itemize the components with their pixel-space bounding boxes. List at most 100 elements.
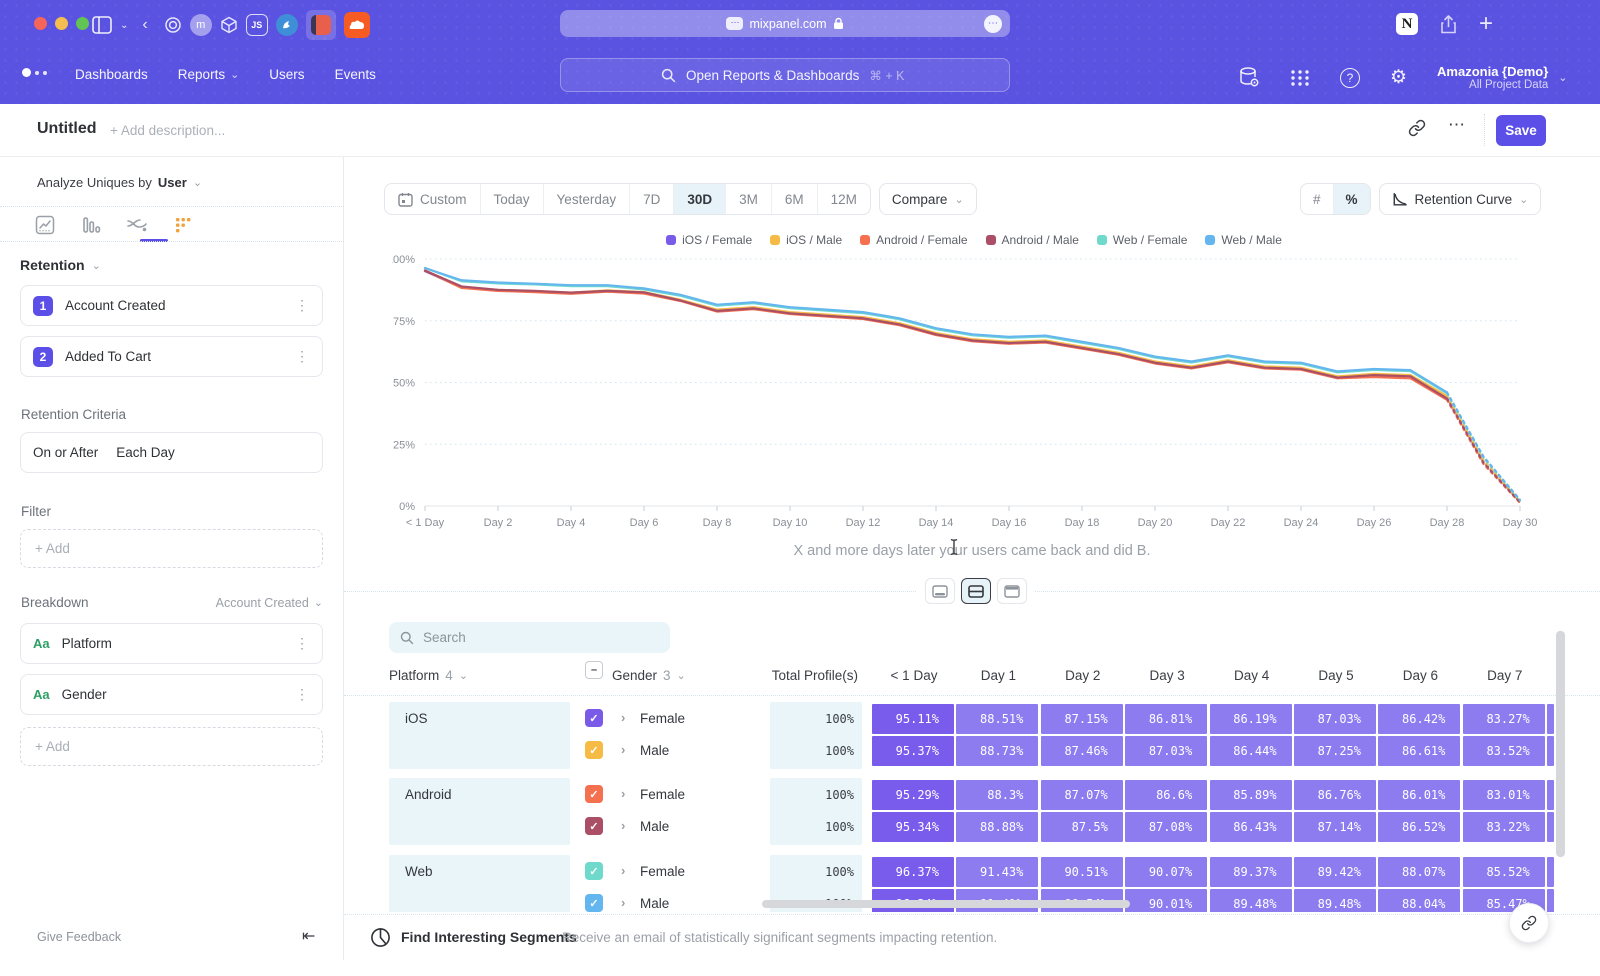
sidebar-toggle-icon[interactable] <box>92 16 112 34</box>
tab-insights[interactable] <box>22 211 68 239</box>
kebab-menu-icon[interactable]: ⋮ <box>295 297 310 314</box>
range-custom[interactable]: Custom <box>385 184 481 214</box>
chevron-down-icon[interactable]: ⌄ <box>120 20 128 31</box>
new-tab-icon[interactable]: + <box>1479 10 1493 38</box>
retention-cell[interactable]: 87.14% <box>1294 812 1376 842</box>
layout-split-button[interactable] <box>961 578 991 604</box>
range-30d[interactable]: 30D <box>674 184 726 214</box>
find-segments-link[interactable]: Find Interesting Segments <box>401 929 577 945</box>
collapse-sidebar-icon[interactable]: ⇤ <box>302 926 315 946</box>
criteria-type[interactable]: On or After <box>33 445 98 460</box>
nav-item-events[interactable]: Events <box>335 67 376 82</box>
settings-gear-icon[interactable]: ⚙ <box>1390 66 1407 89</box>
expand-row-icon[interactable]: › <box>621 710 625 725</box>
report-title[interactable]: Untitled <box>37 120 97 138</box>
retention-cell[interactable]: 87.07% <box>1041 780 1123 810</box>
extension-cube-icon[interactable] <box>220 16 238 34</box>
retention-step-1[interactable]: 1 Account Created ⋮ <box>20 285 323 326</box>
retention-cell[interactable]: 89.37% <box>1210 857 1292 887</box>
retention-cell[interactable]: 95.37% <box>872 736 954 766</box>
extension-soundcloud-icon[interactable] <box>344 12 370 38</box>
retention-cell[interactable]: 88.88% <box>956 812 1038 842</box>
retention-cell[interactable]: 86.43% <box>1210 812 1292 842</box>
segment-checkbox[interactable]: ✓ <box>585 785 603 803</box>
retention-cell[interactable]: 95.34% <box>872 812 954 842</box>
retention-cell[interactable]: 85.52% <box>1463 857 1545 887</box>
retention-cell[interactable]: 87.03% <box>1125 736 1207 766</box>
retention-cell[interactable]: 88.3% <box>956 780 1038 810</box>
retention-cell[interactable]: 87.5% <box>1041 812 1123 842</box>
mixpanel-logo[interactable] <box>22 68 47 77</box>
tab-funnels[interactable] <box>68 211 114 239</box>
tab-retention[interactable] <box>160 211 206 239</box>
retention-cell[interactable]: 86.44% <box>1210 736 1292 766</box>
retention-cell[interactable]: 88.07% <box>1378 857 1460 887</box>
maximize-window-icon[interactable] <box>76 17 89 30</box>
chart-type-button[interactable]: Retention Curve⌄ <box>1379 183 1542 215</box>
table-search[interactable]: Search <box>389 622 670 653</box>
range-today[interactable]: Today <box>481 184 544 214</box>
legend-item[interactable]: iOS / Female <box>666 233 752 247</box>
retention-chart[interactable]: 0%25%50%75%100%< 1 DayDay 2Day 4Day 6Day… <box>392 252 1552 536</box>
vertical-scrollbar[interactable] <box>1556 631 1565 857</box>
apps-grid-icon[interactable] <box>1290 68 1310 88</box>
range-7d[interactable]: 7D <box>630 184 674 214</box>
retention-cell[interactable]: 91.43% <box>956 857 1038 887</box>
help-icon[interactable]: ? <box>1340 68 1360 88</box>
retention-cell[interactable]: 86.52% <box>1378 812 1460 842</box>
retention-cell[interactable]: 95.29% <box>872 780 954 810</box>
retention-cell[interactable]: 88.73% <box>956 736 1038 766</box>
platform-column-header[interactable]: Platform4⌄ <box>389 668 468 683</box>
analyze-entity-select[interactable]: User <box>158 175 187 190</box>
expand-row-icon[interactable]: › <box>621 742 625 757</box>
window-controls[interactable] <box>34 17 89 30</box>
retention-cell[interactable]: 89.48% <box>1294 889 1376 912</box>
back-icon[interactable]: ‹ <box>142 16 147 34</box>
range-3m[interactable]: 3M <box>726 184 772 214</box>
retention-step-2[interactable]: 2 Added To Cart ⋮ <box>20 336 323 377</box>
retention-cell[interactable]: 86.01% <box>1378 780 1460 810</box>
expand-row-icon[interactable]: › <box>621 863 625 878</box>
retention-cell[interactable]: 87.15% <box>1041 704 1123 734</box>
minimize-window-icon[interactable] <box>55 17 68 30</box>
segment-checkbox[interactable]: ✓ <box>585 709 603 727</box>
nav-item-dashboards[interactable]: Dashboards <box>75 67 148 82</box>
project-switcher[interactable]: Amazonia {Demo} All Project Data ⌄ <box>1437 64 1567 91</box>
kebab-menu-icon[interactable]: ⋮ <box>295 686 310 703</box>
retention-cell[interactable]: 96.37% <box>872 857 954 887</box>
nav-item-users[interactable]: Users <box>269 67 304 82</box>
tab-flows[interactable] <box>114 211 160 239</box>
value-mode-number[interactable]: # <box>1301 184 1334 214</box>
legend-item[interactable]: Android / Male <box>986 233 1079 247</box>
share-icon[interactable] <box>1440 15 1457 34</box>
expand-row-icon[interactable]: › <box>621 818 625 833</box>
retention-cell[interactable]: 83.22% <box>1463 812 1545 842</box>
segment-checkbox[interactable]: ✓ <box>585 817 603 835</box>
extension-bird-icon[interactable] <box>276 14 298 36</box>
compare-button[interactable]: Compare⌄ <box>879 183 977 215</box>
retention-cell[interactable]: 90.51% <box>1041 857 1123 887</box>
breakdown-scope-select[interactable]: Account Created <box>216 596 309 610</box>
nav-item-reports[interactable]: Reports⌄ <box>178 67 240 82</box>
retention-cell[interactable]: 86.42% <box>1378 704 1460 734</box>
range-yesterday[interactable]: Yesterday <box>544 184 631 214</box>
retention-cell[interactable]: 86.81% <box>1125 704 1207 734</box>
add-filter-button[interactable]: + Add <box>20 529 323 568</box>
segment-checkbox[interactable]: ✓ <box>585 894 603 912</box>
extension-target-icon[interactable] <box>164 16 182 34</box>
data-management-icon[interactable] <box>1238 66 1260 90</box>
expand-row-icon[interactable]: › <box>621 786 625 801</box>
retention-cell[interactable]: 87.25% <box>1294 736 1376 766</box>
kebab-menu-icon[interactable]: ⋮ <box>295 348 310 365</box>
layout-chart-only-button[interactable] <box>925 578 955 604</box>
breakdown-platform[interactable]: Aa Platform ⋮ <box>20 623 323 664</box>
expand-row-icon[interactable]: › <box>621 895 625 910</box>
retention-cell[interactable]: 83.27% <box>1463 704 1545 734</box>
more-options-icon[interactable]: ⋯ <box>1448 115 1467 135</box>
retention-cell[interactable]: 86.76% <box>1294 780 1376 810</box>
retention-cell[interactable]: 83.01% <box>1463 780 1545 810</box>
retention-cell[interactable]: 86.61% <box>1378 736 1460 766</box>
retention-cell[interactable]: 86.6% <box>1125 780 1207 810</box>
layout-table-only-button[interactable] <box>997 578 1027 604</box>
horizontal-scrollbar[interactable] <box>762 900 1130 908</box>
